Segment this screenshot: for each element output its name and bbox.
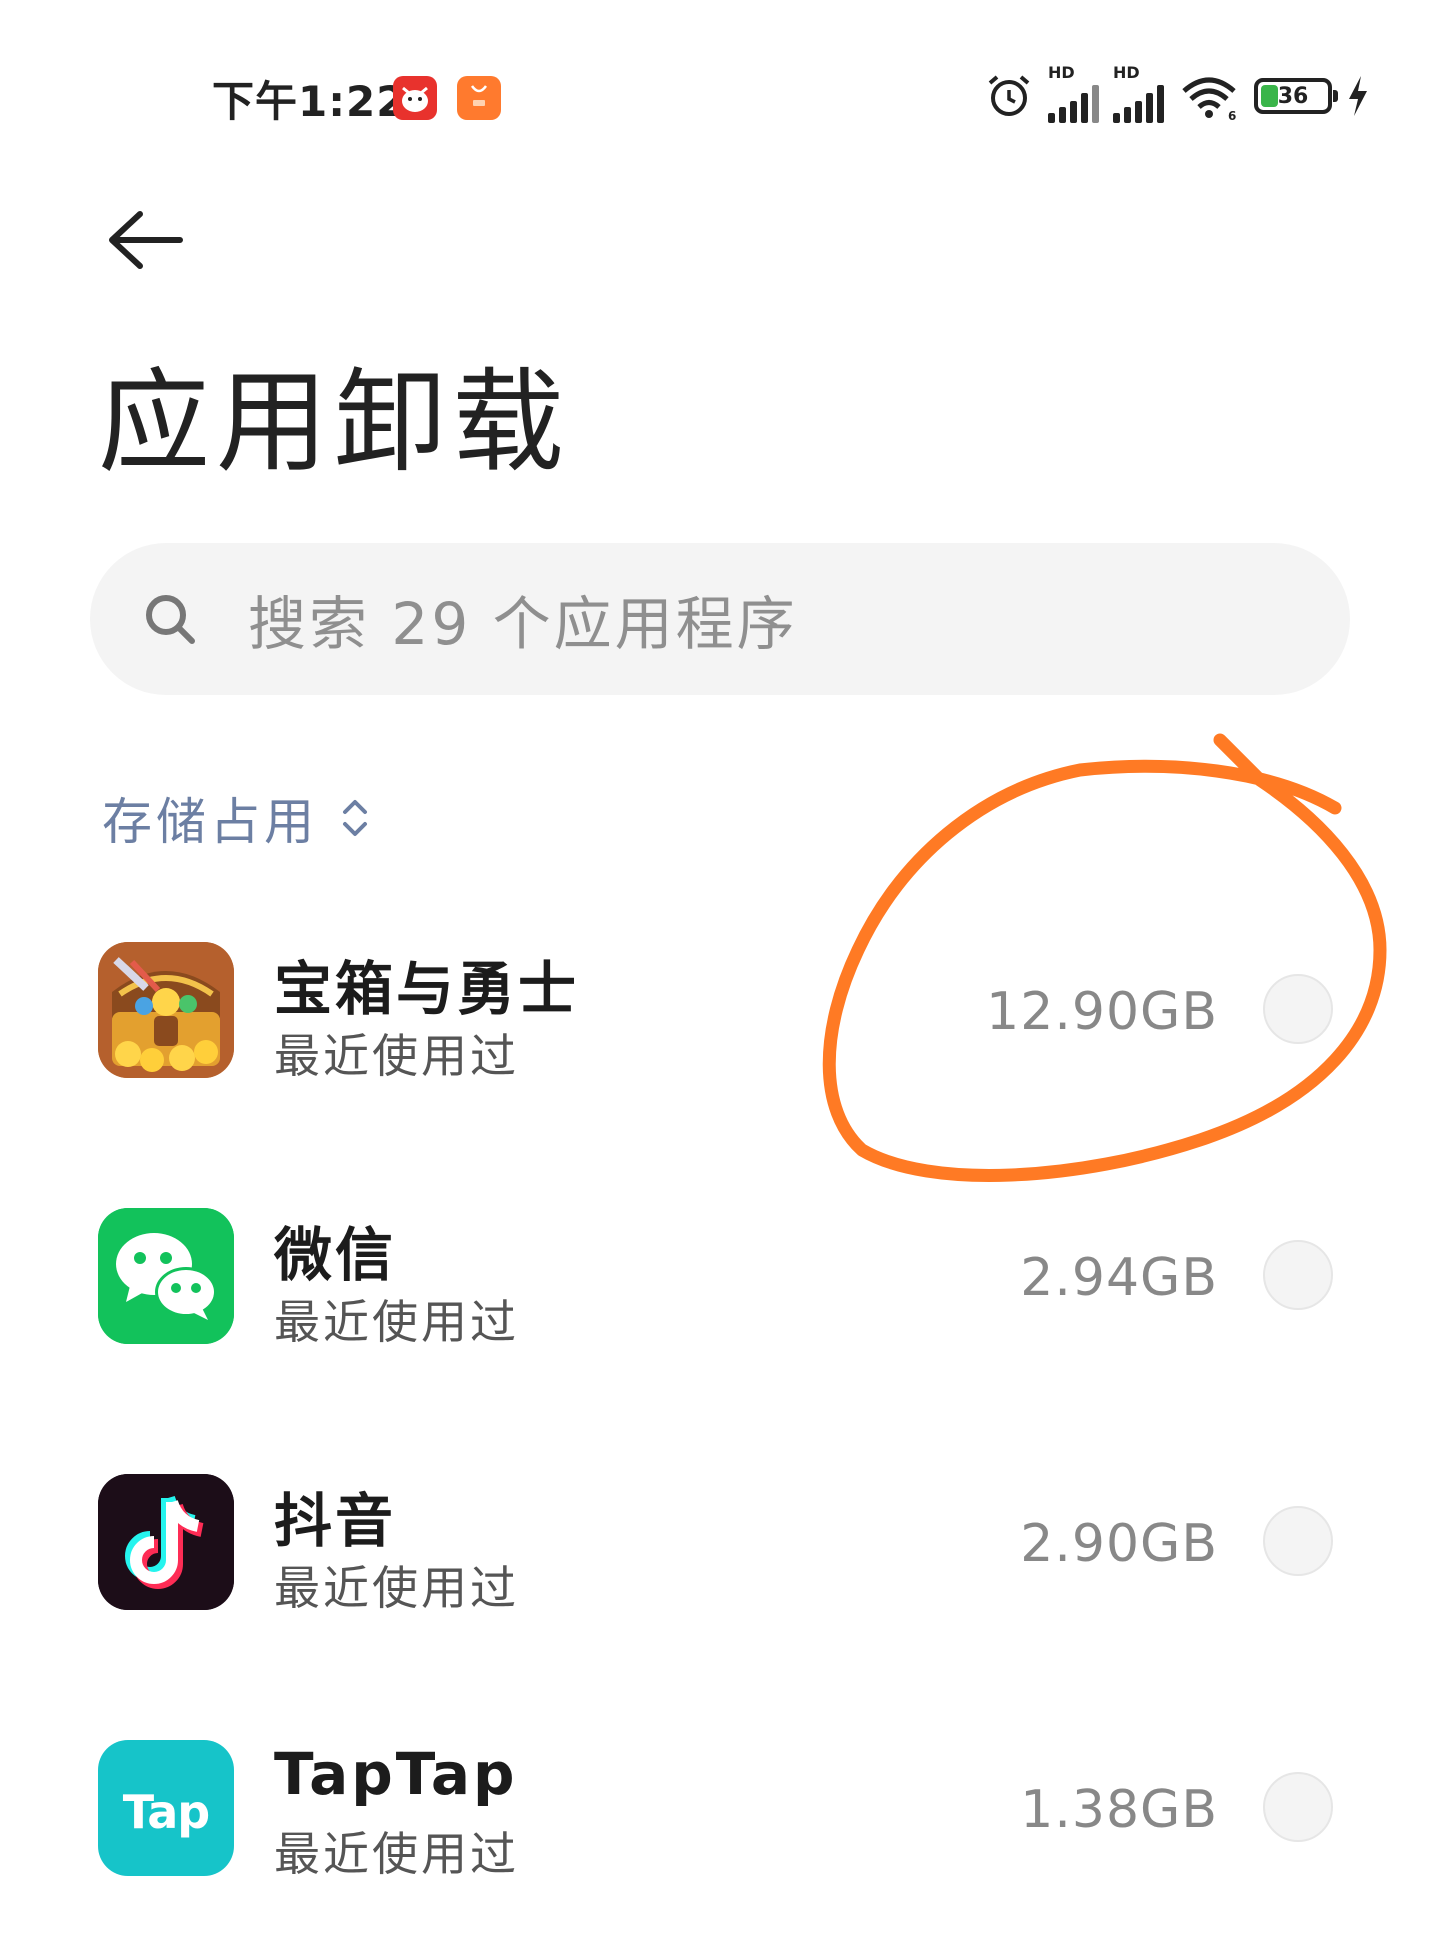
sort-toggle-icon: [343, 800, 367, 836]
hd-label: HD: [1113, 63, 1140, 82]
douyin-icon: [98, 1474, 234, 1610]
app-row[interactable]: 抖音 最近使用过 2.90GB: [0, 1474, 1440, 1674]
app-last-used: 最近使用过: [274, 1827, 519, 1881]
app-name: TapTap: [274, 1740, 518, 1808]
select-checkbox[interactable]: [1263, 974, 1333, 1044]
search-input[interactable]: 搜索 29 个应用程序: [90, 543, 1350, 695]
app-last-used: 最近使用过: [274, 1295, 519, 1349]
app-row[interactable]: Tap TapTap 最近使用过 1.38GB: [0, 1740, 1440, 1940]
charging-icon: [1349, 76, 1367, 116]
sort-dropdown[interactable]: 存储占用: [102, 782, 370, 854]
wifi-icon: 6: [1182, 77, 1236, 121]
search-icon: [146, 595, 195, 644]
signal-icon: HD: [1048, 63, 1099, 123]
taptap-icon: Tap: [98, 1740, 234, 1876]
battery-level: 36: [1277, 83, 1309, 109]
app-name: 宝箱与勇士: [274, 955, 580, 1023]
back-button[interactable]: [100, 200, 190, 280]
app-name: 微信: [274, 1221, 397, 1289]
app-size: 12.90GB: [986, 982, 1218, 1042]
app-size: 2.90GB: [1020, 1514, 1218, 1574]
back-arrow-icon: [109, 211, 183, 269]
mi-store-icon: [457, 76, 501, 120]
select-checkbox[interactable]: [1263, 1240, 1333, 1310]
app-row[interactable]: 微信 最近使用过 2.94GB: [0, 1208, 1440, 1408]
wechat-icon: [98, 1208, 234, 1344]
status-bar: 下午1:22 HD HD 6 36: [0, 0, 1440, 190]
status-time: 下午1:22: [212, 77, 407, 126]
app-size: 1.38GB: [1020, 1780, 1218, 1840]
svg-text:6: 6: [1228, 109, 1236, 121]
page-title: 应用卸载: [98, 358, 570, 488]
app-size: 2.94GB: [1020, 1248, 1218, 1308]
app-last-used: 最近使用过: [274, 1029, 519, 1083]
jd-app-icon: [393, 76, 437, 120]
app-row[interactable]: 宝箱与勇士 最近使用过 12.90GB: [0, 942, 1440, 1142]
select-checkbox[interactable]: [1263, 1506, 1333, 1576]
search-placeholder: 搜索 29 个应用程序: [248, 590, 798, 658]
app-name: 抖音: [274, 1487, 397, 1555]
signal-icon: HD: [1113, 63, 1164, 123]
treasure-chest-icon: [98, 942, 234, 1078]
taptap-icon-text: Tap: [122, 1785, 210, 1839]
hd-label: HD: [1048, 63, 1075, 82]
battery-icon: 36: [1254, 78, 1338, 114]
sort-label: 存储占用: [102, 793, 318, 851]
app-last-used: 最近使用过: [274, 1561, 519, 1615]
select-checkbox[interactable]: [1263, 1772, 1333, 1842]
alarm-icon: [988, 75, 1030, 116]
